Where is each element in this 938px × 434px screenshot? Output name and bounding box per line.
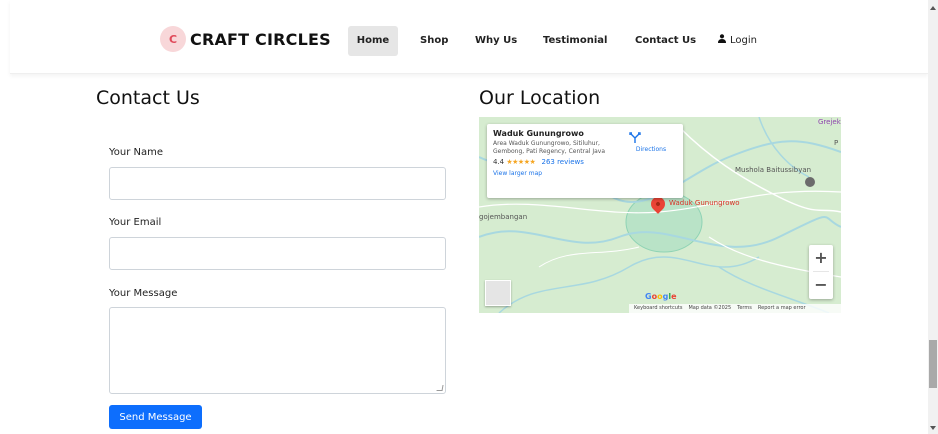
map-data-text: Map data ©2025 [688,305,732,311]
contact-title: Contact Us [96,87,200,109]
place-rating: 4.4 ★★★★★ 263 reviews [493,158,677,166]
zoom-out-button[interactable]: − [809,272,833,298]
nav-contact-us[interactable]: Contact Us [635,26,696,56]
map-label-mushola: Mushola Baitussibyan [735,166,812,174]
logo-letter: C [168,32,178,46]
scroll-thumb[interactable] [929,340,937,388]
keyboard-shortcuts-link[interactable]: Keyboard shortcuts [634,304,682,313]
login-label: Login [730,35,757,46]
scroll-down-icon[interactable] [930,426,936,430]
nav-why-us[interactable]: Why Us [475,26,517,56]
nav-login[interactable]: Login [718,26,757,56]
report-error-link[interactable]: Report a map error [758,304,806,313]
brand-logo: C [160,26,186,52]
view-larger-map-link[interactable]: View larger map [493,170,677,177]
brand-name: CRAFT CIRCLES [190,29,331,49]
terms-link[interactable]: Terms [737,304,752,313]
place-info-card: Waduk Gunungrowo Area Waduk Gunungrowo, … [487,124,683,198]
reviews-link[interactable]: 263 reviews [542,158,584,166]
place-address: Area Waduk Gunungrowo, Sitiluhur, Gembon… [493,140,606,155]
zoom-control: + − [809,245,833,299]
send-message-button[interactable]: Send Message [109,405,202,429]
user-icon [718,26,726,56]
nav-testimonial[interactable]: Testimonial [543,26,607,56]
name-label: Your Name [109,147,164,158]
google-logo-letter: G [645,292,652,301]
rating-value: 4.4 [493,158,505,166]
google-logo-letter: e [671,292,677,301]
map-type-toggle[interactable] [485,280,511,306]
resize-handle-icon[interactable] [436,385,444,391]
name-input[interactable] [109,167,446,200]
map-label-grejekan: Grejekan [818,118,841,126]
email-input[interactable] [109,237,446,270]
zoom-in-button[interactable]: + [809,245,833,271]
page-scrollbar[interactable] [928,0,938,434]
mosque-icon[interactable] [805,177,815,187]
map-label-gojembangan: gojembangan [479,213,528,221]
brand[interactable]: C CRAFT CIRCLES [160,26,331,52]
map-attribution: Keyboard shortcuts Map data ©2025 Terms … [629,304,841,313]
directions-icon [629,132,657,144]
nav-home[interactable]: Home [348,26,398,56]
nav-shop[interactable]: Shop [420,26,448,56]
message-textarea[interactable] [109,307,446,394]
map-embed[interactable]: Grejekan P Mushola Baitussibyan gojemban… [479,117,841,313]
map-label-p: P [834,139,839,147]
google-logo: Google [645,292,677,301]
map-label-waduk: Waduk Gunungrowo [669,199,740,207]
email-label: Your Email [109,217,162,228]
directions-button[interactable]: Directions [629,132,673,153]
directions-label: Directions [635,146,667,153]
message-label: Your Message [109,288,178,299]
scroll-up-icon[interactable] [930,6,936,10]
navbar: C CRAFT CIRCLES Home Shop Why Us Testimo… [10,0,928,74]
rating-stars-icon: ★★★★★ [506,158,536,166]
location-title: Our Location [479,87,601,109]
